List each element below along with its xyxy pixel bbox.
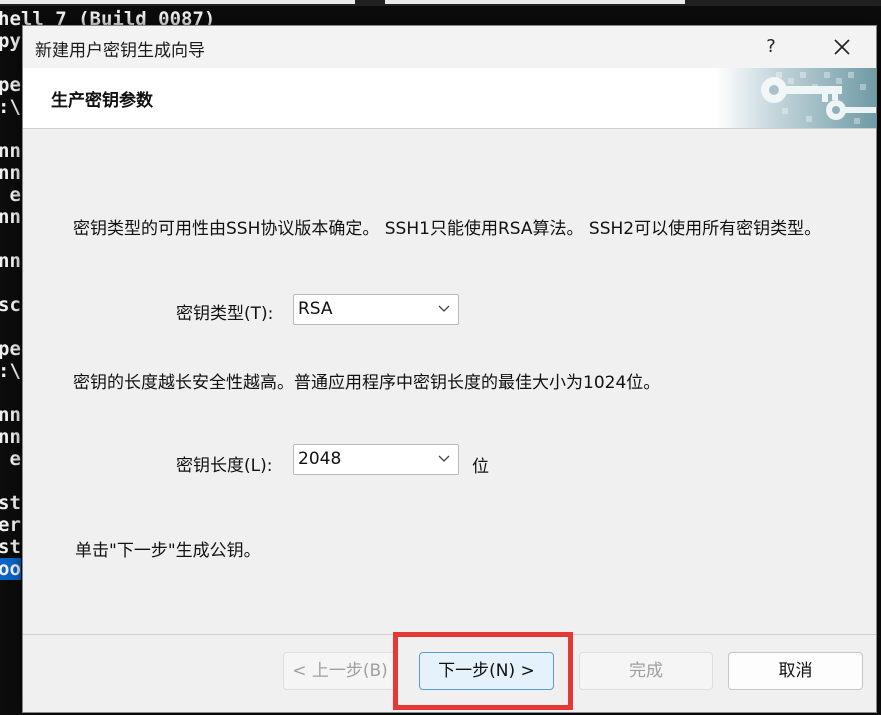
key-type-value: RSA [298, 299, 333, 319]
terminal-tab[interactable] [385, 0, 685, 4]
terminal-line-text: nn [0, 426, 21, 448]
footer-divider [23, 634, 876, 635]
terminal-line-text: nn [0, 206, 21, 228]
terminal-tab-bar [0, 0, 881, 6]
terminal-line-text: e [0, 184, 21, 206]
key-length-unit: 位 [472, 457, 489, 477]
title-bar: 新建用户密钥生成向导 ? [23, 26, 876, 68]
terminal-line-text: nn [0, 162, 21, 184]
finish-button[interactable]: 完成 [579, 652, 713, 690]
terminal-line-text: er [0, 514, 21, 536]
cancel-button[interactable]: 取消 [728, 652, 863, 690]
key-banner-icon [716, 68, 876, 128]
key-length-value: 2048 [298, 449, 342, 469]
intro-text: 密钥类型的可用性由SSH协议版本确定。 SSH1只能使用RSA算法。 SSH2可… [73, 219, 822, 239]
next-button[interactable]: 下一步(N) > [419, 652, 554, 690]
terminal-line-text: sc [0, 294, 21, 316]
chevron-down-icon [438, 455, 450, 462]
page-title: 生产密钥参数 [51, 91, 153, 111]
terminal-line-text: st [0, 492, 21, 514]
terminal-line-text: oo [0, 558, 21, 580]
terminal-line-text: nn [0, 140, 21, 162]
close-icon [834, 39, 850, 55]
instruction-text: 单击"下一步"生成公钥。 [75, 541, 261, 561]
key-type-select[interactable]: RSA [293, 294, 459, 325]
back-button[interactable]: < 上一步(B) [283, 652, 397, 690]
terminal-line-text: py [0, 30, 21, 52]
close-button[interactable] [822, 30, 862, 64]
chevron-down-icon [438, 305, 450, 312]
terminal-line-text: pe [0, 74, 21, 96]
terminal-tab[interactable] [0, 0, 355, 4]
key-length-select[interactable]: 2048 [293, 444, 459, 475]
key-type-label: 密钥类型(T): [176, 304, 274, 324]
terminal-line-text: nn [0, 404, 21, 426]
new-user-key-wizard-dialog: 新建用户密钥生成向导 ? 生产密钥参数 密钥类型的可用性由SSH协议版本确定。 … [22, 25, 877, 713]
terminal-line-text: :\ [0, 360, 21, 382]
key-length-label: 密钥长度(L): [176, 456, 273, 476]
dialog-title: 新建用户密钥生成向导 [35, 41, 205, 61]
help-button[interactable]: ? [754, 30, 788, 64]
terminal-line-text: nn [0, 250, 21, 272]
terminal-line-text: st [0, 536, 21, 558]
terminal-line-text: pe [0, 338, 21, 360]
terminal-line-text: :\ [0, 96, 21, 118]
key-length-note: 密钥的长度越长安全性越高。普通应用程序中密钥长度的最佳大小为1024位。 [73, 373, 661, 393]
terminal-line-text: e [0, 448, 21, 470]
wizard-header: 生产密钥参数 [23, 68, 876, 129]
